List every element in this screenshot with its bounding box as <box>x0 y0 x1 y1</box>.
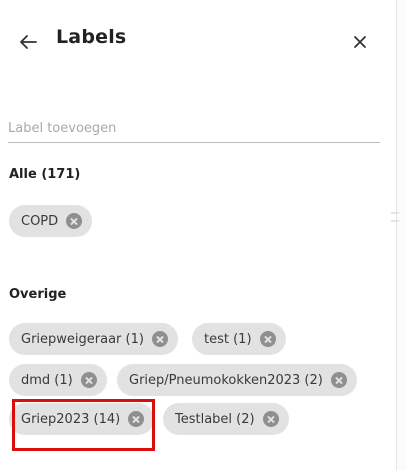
chip-label: Griep/Pneumokokken2023 (2) <box>129 372 323 388</box>
back-button[interactable] <box>16 30 40 54</box>
label-chip[interactable]: COPD <box>9 205 93 237</box>
label-chip[interactable]: dmd (1) <box>9 364 107 396</box>
label-chip[interactable]: Griepweigeraar (1) <box>9 323 178 355</box>
chip-label: Testlabel (2) <box>175 411 255 427</box>
close-icon <box>354 36 366 48</box>
panel-title: Labels <box>56 26 127 48</box>
chip-label: COPD <box>21 213 59 229</box>
panel-header: Labels <box>0 22 396 62</box>
arrow-left-icon <box>20 35 37 49</box>
x-circle-icon[interactable] <box>259 331 276 347</box>
highlight-annotation <box>12 399 155 451</box>
background-edge <box>397 0 406 470</box>
chip-label: dmd (1) <box>21 372 73 388</box>
x-circle-icon[interactable] <box>66 213 83 229</box>
section-title-alle: Alle (171) <box>9 167 81 182</box>
drag-handle-icon <box>391 212 399 222</box>
x-circle-icon[interactable] <box>330 372 347 388</box>
x-circle-icon[interactable] <box>151 331 168 347</box>
label-input[interactable] <box>8 114 380 143</box>
section-title-overige: Overige <box>9 287 67 302</box>
x-circle-icon[interactable] <box>80 372 97 388</box>
label-chip[interactable]: test (1) <box>192 323 286 355</box>
label-chip[interactable]: Griep/Pneumokokken2023 (2) <box>117 364 357 396</box>
x-circle-icon[interactable] <box>262 411 279 427</box>
label-chip[interactable]: Testlabel (2) <box>163 403 289 435</box>
chip-label: test (1) <box>204 331 252 347</box>
chip-label: Griepweigeraar (1) <box>21 331 144 347</box>
labels-panel: Labels Alle (171) COPD Overige Griepweig… <box>0 0 397 470</box>
close-button[interactable] <box>348 30 372 54</box>
